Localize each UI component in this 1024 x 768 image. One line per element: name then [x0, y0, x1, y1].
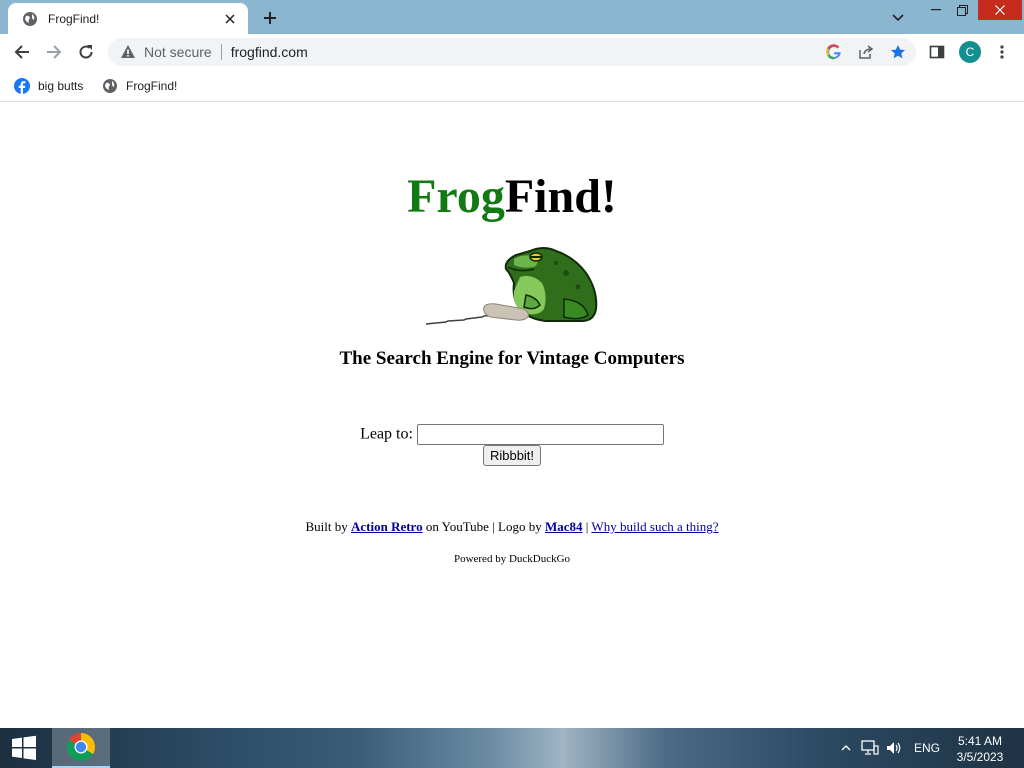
search-input[interactable]: [416, 424, 664, 445]
facebook-icon: [14, 78, 30, 94]
new-tab-button[interactable]: [258, 6, 282, 30]
security-label[interactable]: Not secure: [144, 44, 212, 60]
clock-time: 5:41 AM: [957, 734, 1003, 748]
chrome-icon: [67, 733, 95, 761]
reload-button[interactable]: [74, 40, 98, 64]
clock-date: 3/5/2023: [956, 750, 1004, 764]
mac84-link[interactable]: Mac84: [545, 519, 583, 534]
minimize-button[interactable]: [924, 0, 948, 20]
browser-toolbar: Not secure frogfind.com C: [0, 34, 1024, 70]
volume-icon[interactable]: [884, 738, 904, 758]
frog-logo-image: [425, 247, 598, 325]
show-hidden-icons-chevron-icon[interactable]: [836, 738, 856, 758]
share-icon[interactable]: [857, 43, 875, 61]
search-label: Leap to:: [360, 425, 413, 443]
restore-button[interactable]: [950, 0, 974, 20]
google-lens-icon[interactable]: [825, 43, 843, 61]
bookmarks-bar: big butts FrogFind!: [0, 70, 1024, 102]
bookmark-label: FrogFind!: [126, 79, 178, 93]
search-form: Leap to:: [0, 424, 1024, 445]
logo-part-frog: Frog: [407, 170, 505, 223]
tab-search-chevron-icon[interactable]: [888, 8, 908, 28]
profile-avatar[interactable]: C: [959, 41, 981, 63]
forward-button[interactable]: [42, 40, 66, 64]
address-bar[interactable]: Not secure frogfind.com: [108, 38, 916, 66]
side-panel-icon[interactable]: [927, 42, 947, 62]
globe-icon: [22, 11, 38, 27]
credits-pipe: |: [585, 519, 589, 534]
web-page: FrogFind! The Search Engine for Vintage …: [0, 103, 1024, 728]
powered-by-text: Powered by DuckDuckGo: [453, 553, 571, 565]
credits-line: Built by Action Retro on YouTube | Logo …: [0, 519, 1024, 535]
windows-logo-icon: [12, 735, 36, 760]
credits-prefix: Built by: [305, 519, 348, 534]
why-build-link[interactable]: Why build such a thing?: [591, 519, 718, 534]
windows-taskbar: ENG 5:41 AM 3/5/2023: [0, 728, 1024, 768]
bookmark-big-butts[interactable]: big butts: [14, 76, 83, 96]
url-text[interactable]: frogfind.com: [231, 44, 308, 60]
tab-title: FrogFind!: [48, 11, 100, 26]
ribbbit-submit-button[interactable]: Ribbbit!: [482, 445, 542, 466]
system-clock[interactable]: 5:41 AM 3/5/2023: [950, 733, 1010, 765]
globe-icon: [102, 78, 118, 94]
back-button[interactable]: [10, 40, 34, 64]
logo-part-find: Find!: [504, 170, 617, 223]
tagline: The Search Engine for Vintage Computers: [339, 348, 685, 369]
browser-tab[interactable]: FrogFind!: [8, 3, 248, 34]
bookmark-star-icon[interactable]: [889, 43, 907, 61]
bookmark-frogfind[interactable]: FrogFind!: [102, 76, 177, 96]
close-window-button[interactable]: [978, 0, 1022, 20]
chrome-taskbar-button[interactable]: [52, 728, 110, 768]
browser-tab-strip: FrogFind!: [0, 0, 1024, 34]
credits-middle: on YouTube | Logo by: [425, 519, 542, 534]
address-separator: [220, 44, 222, 60]
network-icon[interactable]: [860, 738, 880, 758]
warning-icon[interactable]: [120, 44, 136, 60]
bookmark-label: big butts: [38, 79, 84, 93]
more-menu-icon[interactable]: [992, 42, 1012, 62]
windows-start-button[interactable]: [0, 728, 48, 768]
action-retro-link[interactable]: Action Retro: [351, 519, 423, 534]
submit-row: Ribbbit!: [0, 445, 1024, 466]
close-tab-icon[interactable]: [222, 11, 238, 27]
language-indicator[interactable]: ENG: [914, 741, 940, 755]
site-logo-title: FrogFind!: [0, 169, 1024, 225]
